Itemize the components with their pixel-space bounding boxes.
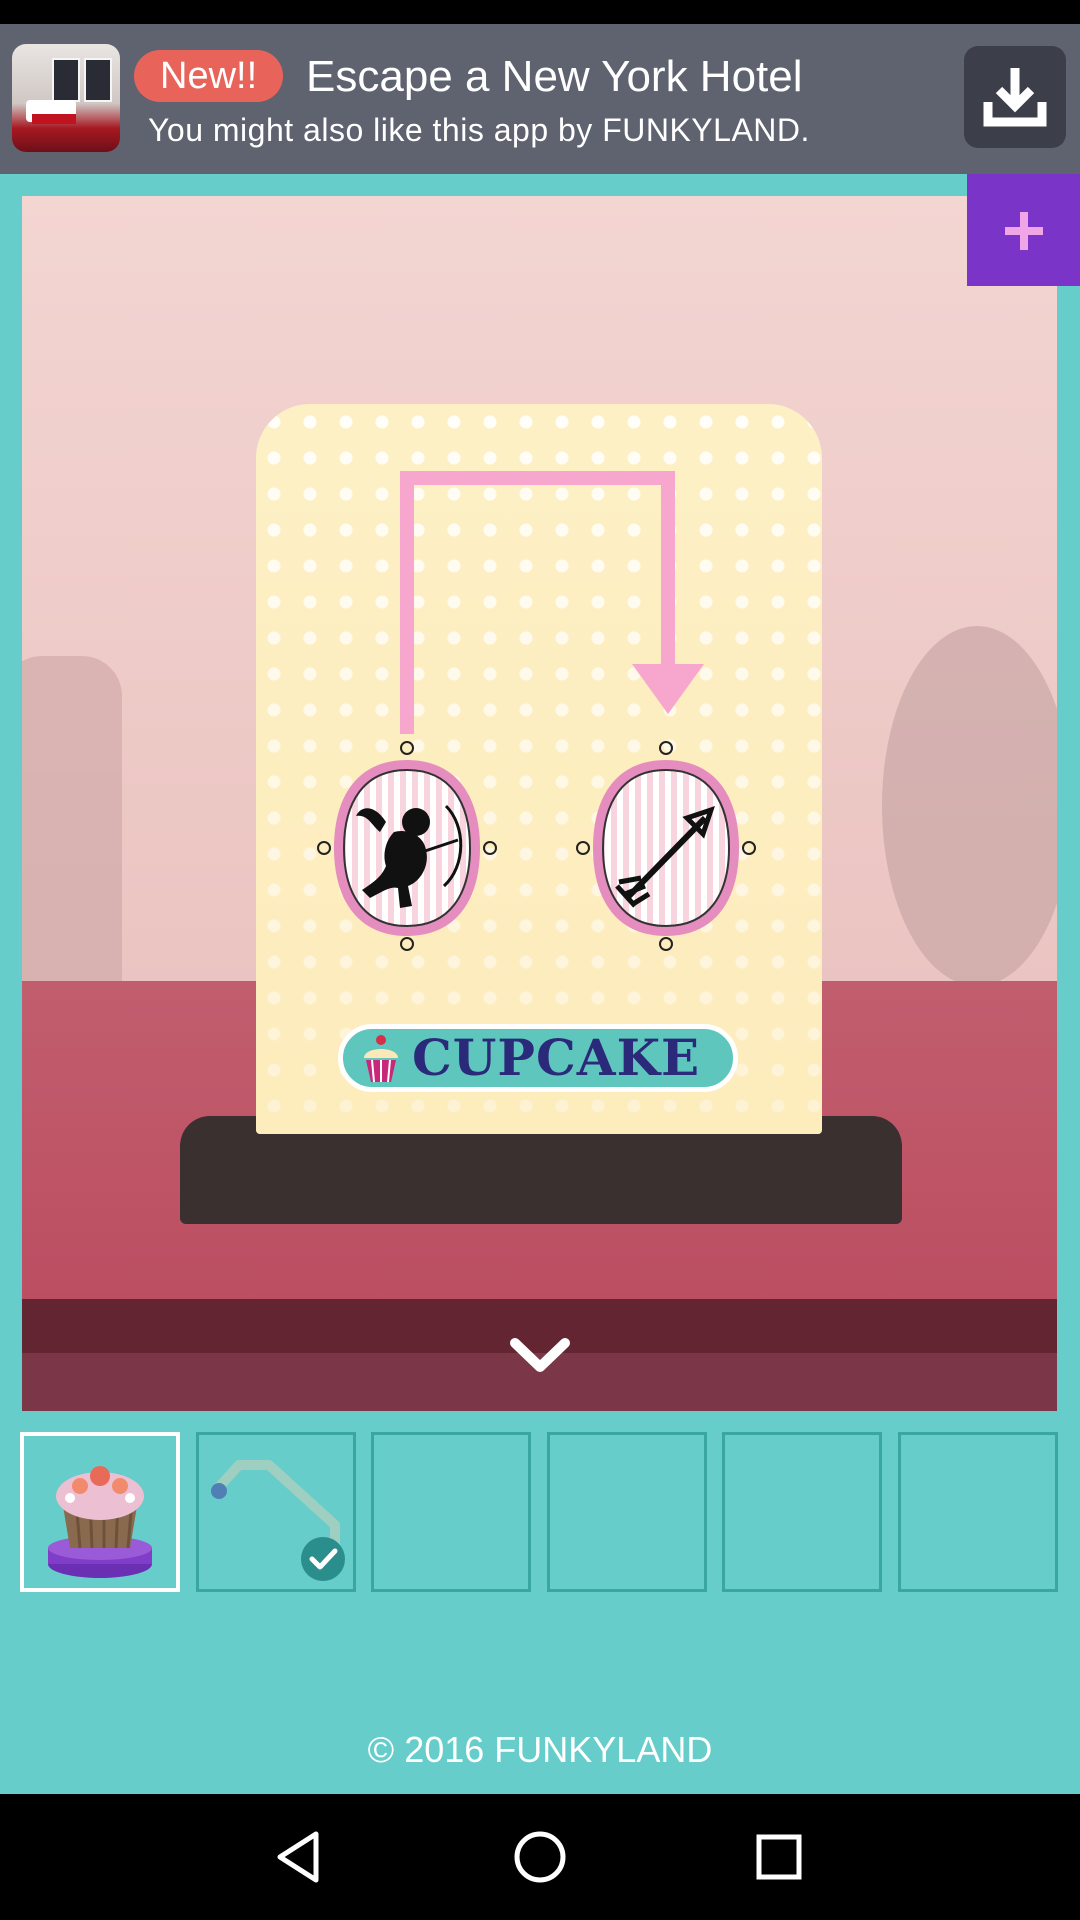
navigation-bar <box>0 1794 1080 1920</box>
cupid-emblem[interactable] <box>316 736 498 956</box>
ad-title[interactable]: Escape a New York Hotel <box>306 50 803 104</box>
hotel-room-thumbnail[interactable] <box>12 44 120 152</box>
recents-square-icon <box>756 1834 802 1880</box>
cupcake-icon <box>364 1035 398 1083</box>
window-shape <box>52 58 80 102</box>
download-icon <box>983 68 1047 127</box>
game-scene[interactable]: CUPCAKE <box>22 196 1057 1411</box>
plus-icon <box>1005 212 1043 250</box>
cupcake-item-icon <box>48 1466 152 1578</box>
bent-pipe-item-icon <box>211 1460 345 1581</box>
add-hint-button[interactable] <box>967 174 1080 286</box>
home-button[interactable] <box>507 1824 573 1890</box>
cupid-silhouette-icon <box>317 741 497 951</box>
inventory-bar <box>0 1430 1080 1595</box>
back-triangle-icon <box>277 1831 319 1883</box>
back-button[interactable] <box>266 1824 332 1890</box>
inventory-slot-empty[interactable] <box>547 1432 707 1592</box>
window-shape <box>84 58 112 102</box>
inventory-slot-empty[interactable] <box>898 1432 1058 1592</box>
inventory-slot-cupcake[interactable] <box>20 1432 180 1592</box>
ad-banner[interactable]: New!! Escape a New York Hotel You might … <box>0 24 1080 174</box>
sign-label: CUPCAKE <box>412 1028 701 1087</box>
pink-path-arrow <box>400 471 704 734</box>
chevron-down-icon <box>510 1338 570 1372</box>
inventory-slot-empty[interactable] <box>722 1432 882 1592</box>
inventory-slot-pipe[interactable] <box>196 1432 356 1592</box>
status-bar <box>0 0 1080 24</box>
home-circle-icon <box>514 1831 566 1883</box>
download-button[interactable] <box>964 46 1066 148</box>
arrow-emblem[interactable] <box>575 736 757 956</box>
new-badge: New!! <box>134 50 284 102</box>
arrow-icon <box>576 741 756 951</box>
bed-cover-shape <box>32 114 76 124</box>
expand-button[interactable] <box>505 1333 575 1379</box>
copyright-text: © 2016 FUNKYLAND <box>367 1729 713 1770</box>
ad-subtitle: You might also like this app by FUNKYLAN… <box>148 112 810 148</box>
inventory-slot-empty[interactable] <box>371 1432 531 1592</box>
recents-button[interactable] <box>746 1824 812 1890</box>
